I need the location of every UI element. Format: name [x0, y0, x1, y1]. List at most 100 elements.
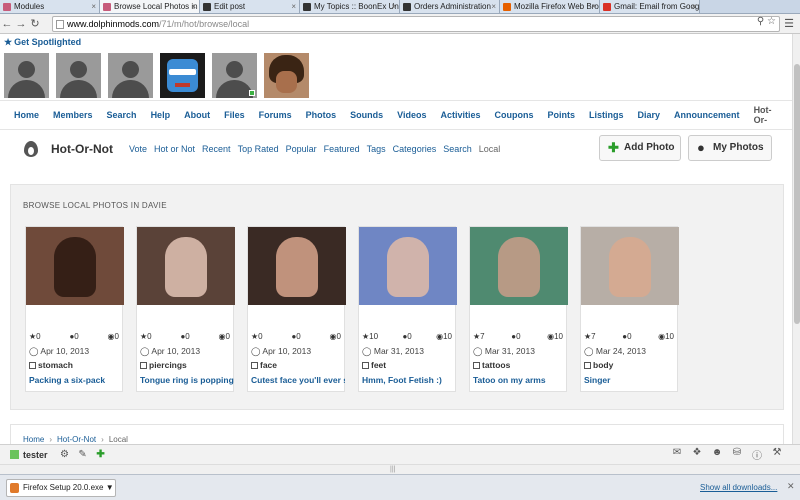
tab-close-icon[interactable]: × [591, 0, 596, 13]
breadcrumb-item[interactable]: Home [23, 435, 44, 444]
nav-item-listings[interactable]: Listings [589, 110, 624, 120]
photo-title[interactable]: Cutest face you'll ever s [251, 375, 345, 385]
tab-close-icon[interactable]: × [91, 0, 96, 13]
toolbar-right-icons: ✉ ❖ ☻ ⛁ ⓘ ⚒ [668, 447, 786, 462]
mail-icon[interactable]: ✉ [668, 447, 686, 462]
subnav-link-top-rated[interactable]: Top Rated [238, 144, 279, 154]
spotlight-avatar[interactable] [108, 53, 153, 98]
photo-thumbnail[interactable] [581, 227, 679, 305]
nav-item-photos[interactable]: Photos [306, 110, 337, 120]
subnav-link-recent[interactable]: Recent [202, 144, 231, 154]
toolbar-user[interactable]: tester [10, 450, 48, 460]
subnav-link-local[interactable]: Local [479, 144, 501, 154]
nav-item-help[interactable]: Help [151, 110, 171, 120]
nav-item-sounds[interactable]: Sounds [350, 110, 383, 120]
url-host: www.dolphinmods.com [67, 19, 160, 29]
photo-tag[interactable]: tattoos [473, 360, 510, 370]
browser-tab[interactable]: Orders Administration × [400, 0, 500, 13]
photo-thumbnail[interactable] [359, 227, 457, 305]
photo-title[interactable]: Packing a six-pack [29, 375, 123, 385]
spotlight-title[interactable]: ★ Get Spotlighted [4, 37, 81, 48]
nav-item-forums[interactable]: Forums [259, 110, 292, 120]
photo-stats: ★0 ●0 ◉0 [251, 332, 345, 341]
horizontal-scrollbar[interactable]: ||| [0, 464, 800, 474]
browser-tab[interactable]: Edit post × [200, 0, 300, 13]
spotlight-avatar[interactable] [264, 53, 309, 98]
edit-icon[interactable]: ✎ [74, 449, 92, 460]
tab-close-icon[interactable]: × [391, 0, 396, 13]
browser-tab[interactable]: Mozilla Firefox Web Bro × [500, 0, 600, 13]
forward-icon[interactable]: → [14, 18, 28, 30]
subnav-link-categories[interactable]: Categories [393, 144, 437, 154]
page-icon [56, 20, 64, 29]
spotlight-avatar[interactable] [56, 53, 101, 98]
address-bar[interactable]: www.dolphinmods.com/71/m/hot/browse/loca… [52, 16, 780, 32]
nav-item-announcement[interactable]: Announcement [674, 110, 740, 120]
subnav-link-tags[interactable]: Tags [367, 144, 386, 154]
photo-tag[interactable]: feet [362, 360, 386, 370]
back-icon[interactable]: ← [0, 18, 14, 30]
tab-close-icon[interactable]: × [491, 0, 496, 13]
my-photos-button[interactable]: ● My Photos [688, 135, 772, 161]
photo-thumbnail[interactable] [137, 227, 235, 305]
show-all-downloads-link[interactable]: Show all downloads... [700, 483, 777, 492]
download-item[interactable]: Firefox Setup 20.0.exe ▼ [6, 479, 116, 497]
photo-title[interactable]: Hmm, Foot Fetish :) [362, 375, 456, 385]
subnav-link-hot-or-not[interactable]: Hot or Not [154, 144, 195, 154]
online-indicator [249, 90, 255, 96]
info-icon[interactable]: ⓘ [748, 447, 766, 462]
photo-title[interactable]: Tatoo on my arms [473, 375, 567, 385]
nav-item-points[interactable]: Points [548, 110, 576, 120]
browser-tab[interactable]: Gmail: Email from Goog × [600, 0, 700, 13]
add-icon[interactable]: ✚ [92, 449, 110, 460]
photo-tag[interactable]: piercings [140, 360, 187, 370]
photo-title[interactable]: Tongue ring is popping [140, 375, 234, 385]
nav-item-activities[interactable]: Activities [440, 110, 480, 120]
nav-item-files[interactable]: Files [224, 110, 245, 120]
nav-item-home[interactable]: Home [14, 110, 39, 120]
vertical-scrollbar[interactable] [792, 34, 800, 472]
photo-thumbnail[interactable] [26, 227, 124, 305]
tab-close-icon[interactable]: × [691, 0, 696, 13]
photo-thumbnail[interactable] [248, 227, 346, 305]
tab-close-icon[interactable]: × [191, 0, 196, 13]
subnav-link-search[interactable]: Search [443, 144, 472, 154]
subnav-link-vote[interactable]: Vote [129, 144, 147, 154]
tab-title: Edit post [214, 2, 246, 11]
zoom-icon[interactable]: ⚲ ☆ [757, 16, 776, 27]
breadcrumb-item[interactable]: Hot-Or-Not [57, 435, 96, 444]
reload-icon[interactable]: ↻ [28, 17, 42, 30]
subnav-link-popular[interactable]: Popular [286, 144, 317, 154]
gear-icon[interactable]: ⚙ [56, 449, 74, 460]
photo-tag[interactable]: body [584, 360, 613, 370]
scrollbar-thumb[interactable] [794, 64, 800, 324]
photo-tag[interactable]: face [251, 360, 277, 370]
nav-item-hot-or[interactable]: Hot-Or- [754, 105, 772, 125]
user-icon[interactable]: ☻ [708, 447, 726, 462]
nav-item-coupons[interactable]: Coupons [495, 110, 534, 120]
tag-icon [584, 362, 591, 369]
menu-icon[interactable]: ☰ [784, 17, 794, 30]
browser-tab[interactable]: Modules × [0, 0, 100, 13]
photo-date: ◯ Apr 10, 2013 [251, 346, 312, 356]
browser-tab[interactable]: My Topics :: BoonEx Uni × [300, 0, 400, 13]
wrench-icon[interactable]: ⚒ [768, 447, 786, 462]
spotlight-avatar[interactable] [4, 53, 49, 98]
nav-item-about[interactable]: About [184, 110, 210, 120]
nav-item-search[interactable]: Search [107, 110, 137, 120]
nav-item-members[interactable]: Members [53, 110, 93, 120]
close-icon[interactable]: ✕ [787, 481, 795, 492]
browser-tab[interactable]: Browse Local Photos in × [100, 0, 200, 13]
add-photo-button[interactable]: ✚ Add Photo [599, 135, 681, 161]
tab-close-icon[interactable]: × [291, 0, 296, 13]
spotlight-avatar[interactable] [160, 53, 205, 98]
subnav-link-featured[interactable]: Featured [324, 144, 360, 154]
nav-item-diary[interactable]: Diary [638, 110, 661, 120]
photo-tag[interactable]: stomach [29, 360, 73, 370]
photo-thumbnail[interactable] [470, 227, 568, 305]
cart-icon[interactable]: ⛁ [728, 447, 746, 462]
spotlight-avatar[interactable] [212, 53, 257, 98]
nav-item-videos[interactable]: Videos [397, 110, 426, 120]
twitter-icon[interactable]: ❖ [688, 447, 706, 462]
photo-title[interactable]: Singer [584, 375, 678, 385]
